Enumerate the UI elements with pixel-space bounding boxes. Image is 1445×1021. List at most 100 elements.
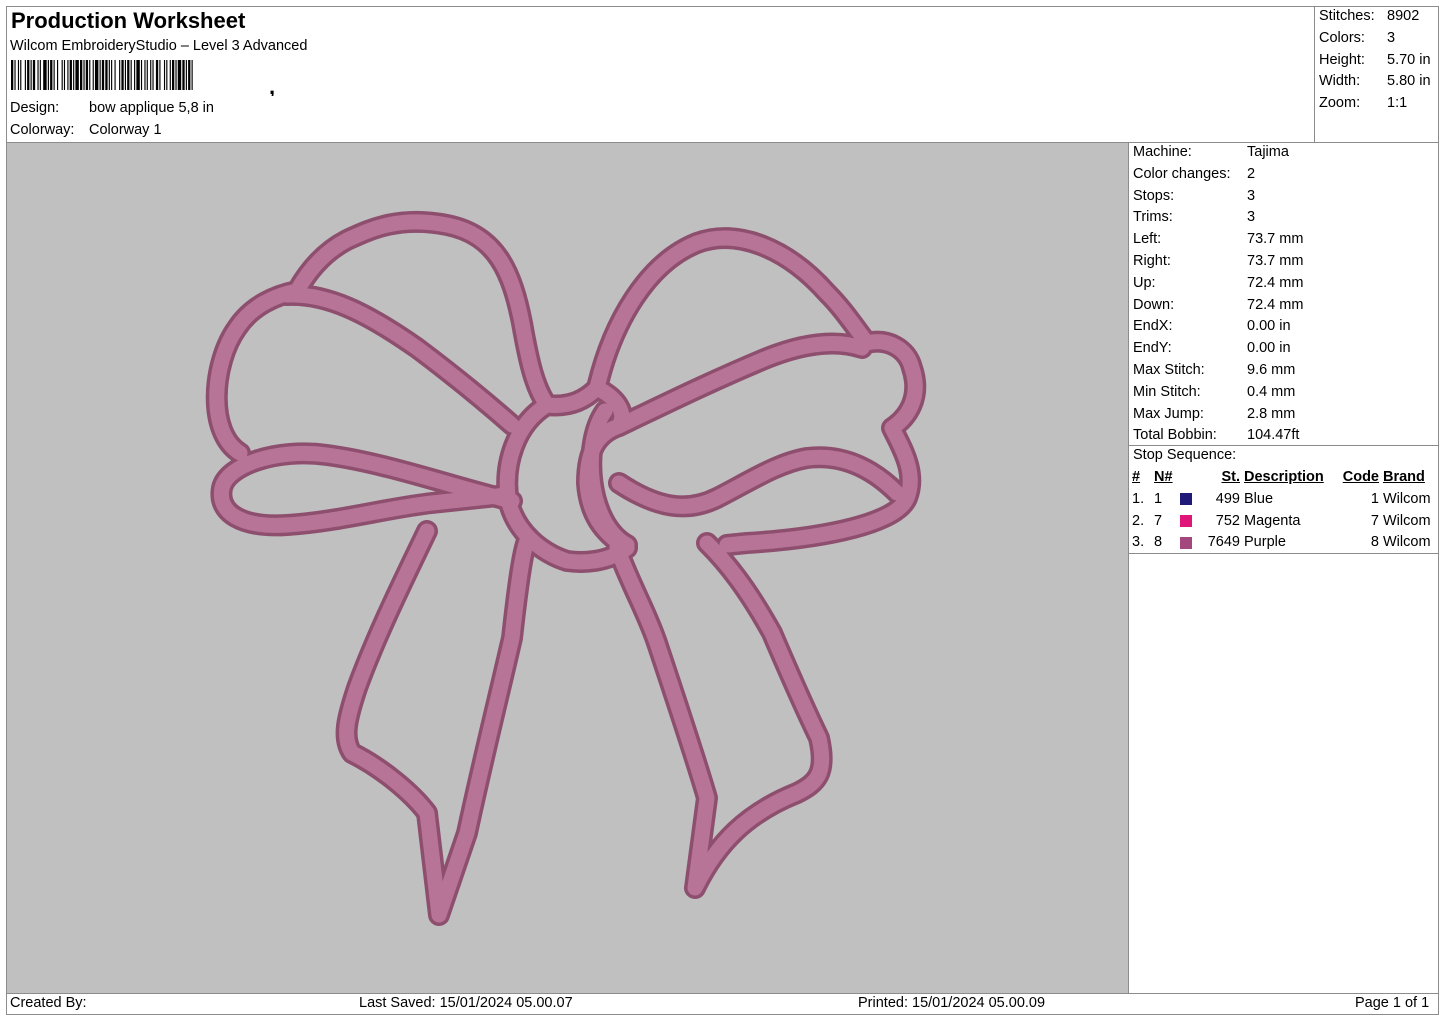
machine-stat-label: Trims: (1133, 209, 1173, 226)
machine-stat-value: 3 (1247, 209, 1256, 226)
machine-stat-value: 73.7 mm (1247, 252, 1304, 269)
design-row: Design: bow applique 5,8 in (10, 100, 214, 116)
stop-sequence-table: # N# St. Description Code Brand 1. 1 499 Bl… (1130, 467, 1441, 554)
design-value: bow applique 5,8 in (89, 100, 214, 116)
color-code: 8 (1370, 534, 1379, 551)
color-description: Blue (1244, 490, 1274, 507)
colorway-value: Colorway 1 (89, 122, 162, 138)
col-code-header: Code (1342, 469, 1379, 485)
machine-stat-row: Stops: 3 (1133, 186, 1303, 208)
machine-stat-value: 0.00 in (1247, 340, 1291, 357)
stop-index: 3. (1132, 534, 1145, 551)
stop-sequence-row: 1. 1 499 Blue 1 Wilcom (1130, 489, 1441, 511)
height-row: Height: 5.70 in (1319, 50, 1431, 72)
thread-color-swatch (1180, 514, 1192, 527)
machine-stat-row: Left: 73.7 mm (1133, 229, 1303, 251)
page-number: Page 1 of 1 (1355, 995, 1430, 1011)
col-needle-header: N# (1154, 469, 1173, 485)
col-num-header: # (1132, 469, 1141, 485)
machine-stat-value: 9.6 mm (1247, 361, 1296, 378)
colors-row: Colors: 3 (1319, 28, 1431, 50)
machine-stat-row: Min Stitch: 0.4 mm (1133, 382, 1303, 404)
design-summary: Stitches: 8902 Colors: 3 Height: 5.70 in Wi… (1319, 6, 1431, 115)
machine-stat-row: Total Bobbin: 104.47ft (1133, 425, 1303, 447)
machine-stat-label: Stops: (1133, 187, 1175, 204)
svg-text:,: , (269, 74, 275, 96)
colorway-label: Colorway: (10, 122, 75, 138)
machine-stat-row: Right: 73.7 mm (1133, 251, 1303, 273)
color-code: 1 (1370, 490, 1379, 507)
needle-number: 1 (1154, 490, 1163, 507)
thread-color-swatch (1180, 536, 1192, 549)
thread-color-swatch (1180, 492, 1192, 505)
color-code: 7 (1370, 512, 1379, 529)
stop-sequence-header: # N# St. Description Code Brand (1130, 467, 1441, 489)
barcode: , (11, 60, 275, 96)
color-swatch (1178, 511, 1204, 533)
machine-stat-row: Down: 72.4 mm (1133, 295, 1303, 317)
stop-sequence-title: Stop Sequence: (1133, 447, 1237, 463)
machine-stat-row: Max Jump: 2.8 mm (1133, 404, 1303, 426)
page-title: Production Worksheet (11, 8, 246, 33)
machine-stat-label: Color changes: (1133, 165, 1231, 182)
machine-stat-row: Up: 72.4 mm (1133, 273, 1303, 295)
machine-stat-label: Max Stitch: (1133, 361, 1205, 378)
machine-stat-row: Trims: 3 (1133, 207, 1303, 229)
width-row: Width: 5.80 in (1319, 71, 1431, 93)
width-label: Width: (1319, 73, 1361, 90)
machine-stat-label: EndY: (1133, 340, 1172, 357)
zoom-label: Zoom: (1319, 95, 1361, 112)
created-by: Created By: (10, 995, 87, 1011)
stitch-count: 499 (1215, 490, 1240, 507)
colorway-row: Colorway: Colorway 1 (10, 122, 162, 138)
stop-index: 2. (1132, 512, 1145, 529)
thread-brand: Wilcom (1383, 490, 1431, 507)
needle-number: 8 (1154, 534, 1163, 551)
col-description-header: Description (1244, 469, 1324, 485)
stitches-row: Stitches: 8902 (1319, 6, 1431, 28)
machine-stat-row: EndX: 0.00 in (1133, 316, 1303, 338)
machine-stat-label: EndX: (1133, 318, 1173, 335)
machine-stat-label: Min Stitch: (1133, 383, 1201, 400)
machine-stat-value: 73.7 mm (1247, 231, 1304, 248)
stop-table-divider (1128, 553, 1439, 554)
stitch-count: 7649 (1207, 534, 1240, 551)
footer-divider (6, 993, 1439, 994)
col-brand-header: Brand (1383, 469, 1425, 485)
color-swatch (1178, 532, 1204, 554)
stop-sequence-divider (1128, 445, 1439, 446)
machine-stat-label: Down: (1133, 296, 1175, 313)
zoom-value: 1:1 (1387, 95, 1408, 112)
stop-sequence-row: 2. 7 752 Magenta 7 Wilcom (1130, 511, 1441, 533)
machine-stat-label: Right: (1133, 252, 1171, 269)
width-value: 5.80 in (1387, 73, 1431, 90)
col-swatch-header (1178, 467, 1204, 489)
stitches-label: Stitches: (1319, 8, 1375, 24)
design-label: Design: (10, 100, 60, 116)
last-saved: Last Saved: 15/01/2024 05.00.07 (359, 995, 573, 1011)
machine-stat-label: Up: (1133, 274, 1156, 291)
sidebar-divider (1128, 142, 1129, 994)
machine-stat-value: 0.4 mm (1247, 383, 1296, 400)
machine-stat-label: Left: (1133, 231, 1162, 248)
machine-stat-value: 3 (1247, 187, 1256, 204)
design-preview (7, 143, 1128, 993)
machine-stat-label: Total Bobbin: (1133, 427, 1217, 444)
col-stitches-header: St. (1221, 469, 1240, 485)
machine-stat-row: Color changes: 2 (1133, 164, 1303, 186)
machine-stat-value: 104.47ft (1247, 427, 1300, 444)
colors-value: 3 (1387, 29, 1396, 46)
zoom-row: Zoom: 1:1 (1319, 93, 1431, 115)
height-label: Height: (1319, 51, 1365, 68)
stitches-value: 8902 (1387, 8, 1420, 24)
summary-divider (1314, 6, 1315, 143)
software-name: Wilcom EmbroideryStudio – Level 3 Advanc… (10, 38, 308, 54)
color-swatch (1178, 489, 1204, 511)
machine-stat-value: 2 (1247, 165, 1256, 182)
machine-stat-value: 72.4 mm (1247, 274, 1304, 291)
machine-stat-row: EndY: 0.00 in (1133, 338, 1303, 360)
machine-stat-label: Max Jump: (1133, 405, 1204, 422)
thread-brand: Wilcom (1383, 534, 1431, 551)
color-description: Magenta (1244, 512, 1301, 529)
machine-stats: Machine: Tajima Color changes: 2 Stops: 3 Trim… (1133, 142, 1303, 447)
